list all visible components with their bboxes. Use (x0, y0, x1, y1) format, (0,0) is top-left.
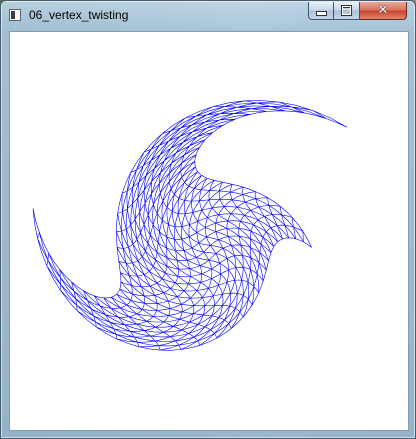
maximize-icon (341, 5, 352, 16)
render-canvas[interactable] (9, 31, 409, 431)
close-button[interactable]: ✕ (360, 2, 407, 20)
app-window-icon[interactable] (9, 9, 21, 21)
window-title: 06_vertex_twisting (29, 8, 129, 22)
maximize-button[interactable] (334, 2, 360, 20)
minimize-icon (315, 10, 327, 16)
close-icon: ✕ (377, 3, 389, 18)
title-bar[interactable]: 06_vertex_twisting ✕ (1, 1, 415, 31)
twisted-mesh (32, 100, 348, 351)
mesh-wireframe (32, 100, 348, 351)
minimize-button[interactable] (308, 2, 334, 20)
app-window: 06_vertex_twisting ✕ (0, 0, 416, 439)
